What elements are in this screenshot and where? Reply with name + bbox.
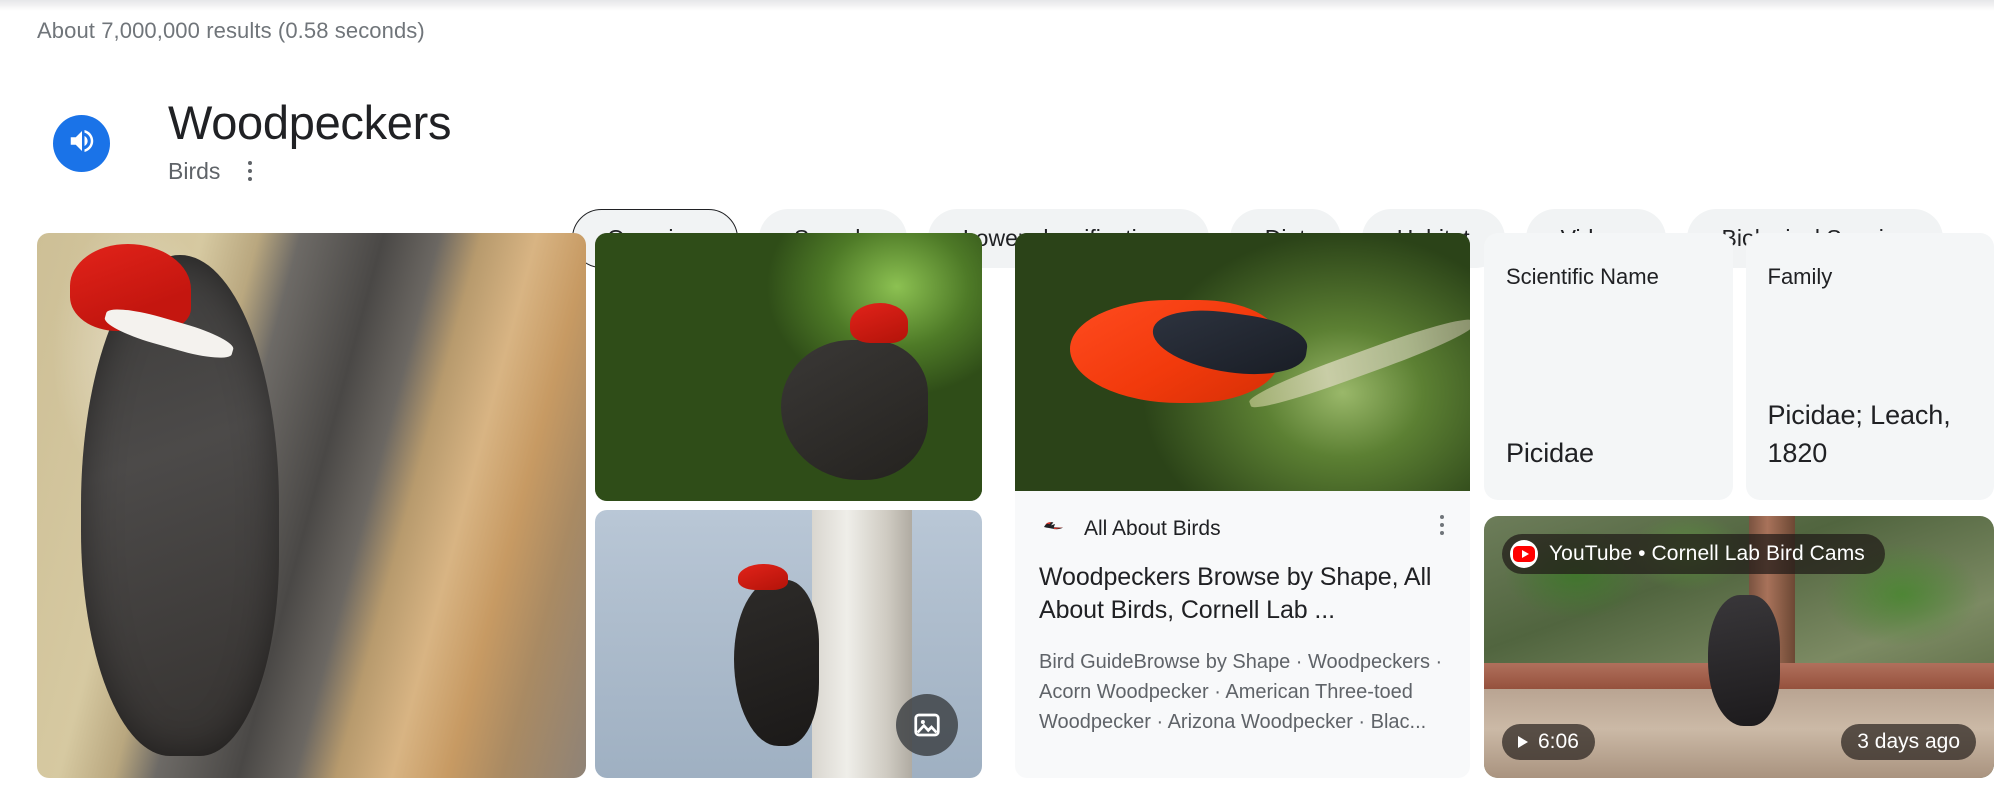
right-column: Scientific Name Picidae Family Picidae; … xyxy=(1484,233,1994,778)
all-about-birds-favicon xyxy=(1039,514,1067,542)
top-scroll-shadow xyxy=(0,0,1994,11)
image-icon[interactable] xyxy=(896,694,958,756)
woodpecker-photo-mossy xyxy=(595,233,982,501)
video-duration-badge: 6:06 xyxy=(1502,724,1595,760)
video-age-badge: 3 days ago xyxy=(1841,724,1976,760)
page-title: Woodpeckers xyxy=(168,96,452,149)
youtube-icon xyxy=(1510,540,1538,568)
result-card-snippet: Bird GuideBrowse by Shape · Woodpeckers … xyxy=(1039,651,1443,733)
knowledge-panel-subtitle-row: Birds xyxy=(168,157,451,185)
gallery-image-3[interactable] xyxy=(595,510,982,778)
gallery-side-column xyxy=(595,233,982,778)
more-options-icon[interactable] xyxy=(1434,509,1450,541)
search-result-card[interactable]: All About Birds Woodpeckers Browse by Sh… xyxy=(1015,233,1470,778)
woodpecker-body-birch xyxy=(734,579,820,746)
video-duration: 6:06 xyxy=(1538,730,1579,753)
fact-card-scientific-name[interactable]: Scientific Name Picidae xyxy=(1484,233,1733,500)
gallery-main-image[interactable] xyxy=(37,233,586,778)
result-count-text: About 7,000,000 results (0.58 seconds) xyxy=(37,18,425,43)
result-card-source-row: All About Birds xyxy=(1039,513,1446,543)
result-card-body: All About Birds Woodpeckers Browse by Sh… xyxy=(1015,491,1470,737)
knowledge-panel-header: Woodpeckers Birds Overview Sounds Lower … xyxy=(0,90,1994,268)
image-gallery xyxy=(37,233,982,778)
woodpecker-crest-mossy xyxy=(850,302,909,343)
result-card-thumbnail xyxy=(1015,233,1470,491)
speaker-icon xyxy=(67,126,97,161)
fact-label: Scientific Name xyxy=(1506,264,1659,289)
more-options-icon[interactable] xyxy=(242,157,258,185)
video-platform-badge: YouTube • Cornell Lab Bird Cams xyxy=(1502,534,1885,574)
knowledge-panel-subtitle: Birds xyxy=(168,158,221,184)
knowledge-panel-content: All About Birds Woodpeckers Browse by Sh… xyxy=(37,233,1994,778)
gallery-image-2[interactable] xyxy=(595,233,982,501)
result-card-source: All About Birds xyxy=(1084,516,1221,540)
video-platform-label: YouTube • Cornell Lab Bird Cams xyxy=(1549,542,1865,565)
search-results-page: About 7,000,000 results (0.58 seconds) W… xyxy=(0,0,1994,798)
fact-value: Picidae; Leach, 1820 xyxy=(1767,400,1951,468)
play-icon xyxy=(1518,736,1528,748)
fact-cards: Scientific Name Picidae Family Picidae; … xyxy=(1484,233,1994,500)
pronunciation-sound-button[interactable] xyxy=(53,115,110,172)
video-age: 3 days ago xyxy=(1857,730,1960,753)
video-woodpecker xyxy=(1708,594,1780,726)
fact-card-family[interactable]: Family Picidae; Leach, 1820 xyxy=(1745,233,1994,500)
result-card-title[interactable]: Woodpeckers Browse by Shape, All About B… xyxy=(1039,561,1446,627)
fact-value: Picidae xyxy=(1506,438,1594,468)
knowledge-panel-title-block: Woodpeckers Birds xyxy=(168,95,452,185)
woodpecker-crest-birch xyxy=(738,563,789,591)
video-result-card[interactable]: YouTube • Cornell Lab Bird Cams 6:06 3 d… xyxy=(1484,516,1994,778)
fact-label: Family xyxy=(1767,264,1833,289)
